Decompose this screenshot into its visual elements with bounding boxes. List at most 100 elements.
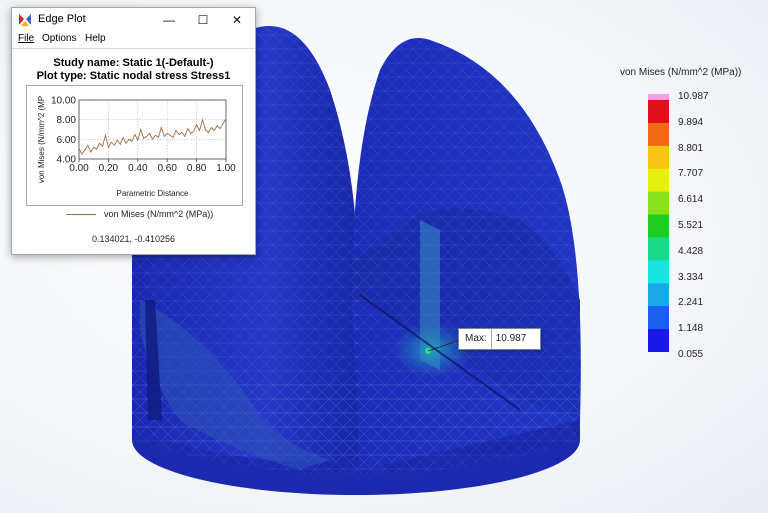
close-icon[interactable]: ✕ xyxy=(220,8,254,32)
edge-plot-window[interactable]: Edge Plot — ☐ ✕ File Options Help Study … xyxy=(11,7,256,255)
data-point xyxy=(113,144,115,146)
y-tick-label: 4.00 xyxy=(57,155,77,166)
y-axis-label: von Mises (N/mm^2 (MP xyxy=(37,96,46,183)
data-point xyxy=(96,148,98,150)
solidworks-app-icon xyxy=(18,13,32,27)
data-point xyxy=(193,131,195,132)
legend-label: 9.894 xyxy=(678,116,704,128)
y-tick-label: 8.00 xyxy=(57,115,77,126)
menu-file[interactable]: File xyxy=(18,33,34,44)
legend-label: 3.334 xyxy=(678,271,704,283)
legend-swatch xyxy=(648,100,669,124)
x-tick-label: 1.00 xyxy=(216,163,236,174)
max-value: 10.987 xyxy=(490,329,541,349)
data-point xyxy=(99,142,100,144)
data-point xyxy=(181,132,183,133)
y-tick-label: 6.00 xyxy=(57,135,77,146)
legend-swatch xyxy=(648,237,669,261)
data-point xyxy=(146,135,148,137)
cursor-coordinates: 0.134021, -0.410256 xyxy=(91,234,176,244)
legend-swatch xyxy=(648,214,669,238)
legend-label: 7.707 xyxy=(678,168,704,180)
legend-label: 6.614 xyxy=(678,194,704,206)
data-point xyxy=(128,138,130,140)
legend-top-swatch xyxy=(648,94,669,100)
series-legend: von Mises (N/mm^2 (MPa)) xyxy=(12,209,255,221)
legend-swatch xyxy=(648,306,669,330)
data-point xyxy=(116,139,118,141)
data-point xyxy=(196,124,198,125)
data-point xyxy=(175,130,177,131)
data-point xyxy=(202,119,203,121)
data-point xyxy=(105,135,106,136)
legend-swatch xyxy=(648,329,669,352)
plot-area xyxy=(78,99,227,160)
data-point xyxy=(149,133,150,134)
data-point xyxy=(152,138,153,140)
data-point xyxy=(84,149,86,151)
y-tick-label: 10.00 xyxy=(51,96,76,107)
window-title: Edge Plot xyxy=(38,13,86,25)
data-point xyxy=(157,136,159,138)
menu-divider xyxy=(12,48,255,49)
color-legend-bar xyxy=(648,94,669,352)
data-point xyxy=(210,127,212,128)
x-tick-label: 0.40 xyxy=(128,163,148,174)
minimize-icon[interactable]: — xyxy=(152,8,186,32)
data-point xyxy=(143,137,145,139)
legend-label: 0.055 xyxy=(678,349,704,360)
data-point xyxy=(216,125,218,126)
legend-label: 4.428 xyxy=(678,245,704,257)
data-point xyxy=(222,123,224,124)
legend-title: von Mises (N/mm^2 (MPa)) xyxy=(620,67,742,78)
data-point xyxy=(213,130,215,131)
data-point xyxy=(190,133,192,134)
menu-help[interactable]: Help xyxy=(85,33,106,44)
menu-options[interactable]: Options xyxy=(42,33,76,44)
data-point xyxy=(155,135,156,136)
data-point xyxy=(166,133,168,134)
data-point xyxy=(172,136,174,138)
data-point xyxy=(125,142,127,144)
legend-label: 5.521 xyxy=(678,220,704,231)
series-legend-swatch xyxy=(66,214,96,215)
legend-label: 8.801 xyxy=(678,142,704,154)
data-point xyxy=(110,141,112,143)
maximize-icon[interactable]: ☐ xyxy=(186,8,220,32)
edge-line-chart[interactable]: 0.00 0.20 0.40 0.60 0.80 1.004.006.008.0010.0… xyxy=(27,86,242,205)
x-tick-label: 0.60 xyxy=(157,163,177,174)
data-point xyxy=(184,135,186,137)
data-point xyxy=(87,144,89,146)
legend-swatch xyxy=(648,168,669,193)
legend-label: 2.241 xyxy=(678,297,704,309)
data-point xyxy=(131,140,133,142)
data-point xyxy=(93,146,95,148)
x-tick-label: 0.80 xyxy=(187,163,207,174)
data-point xyxy=(90,151,92,153)
window-titlebar[interactable]: Edge Plot — ☐ ✕ xyxy=(12,8,255,32)
series-legend-label: von Mises (N/mm^2 (MPa)) xyxy=(104,209,214,219)
data-point xyxy=(160,127,162,128)
legend-label: 1.148 xyxy=(678,323,704,335)
max-label: Max: xyxy=(465,333,487,344)
data-point xyxy=(169,135,171,136)
data-point xyxy=(140,129,142,130)
data-point xyxy=(178,134,180,135)
plot-type: Plot type: Static nodal stress Stress1 xyxy=(36,70,231,82)
legend-swatch xyxy=(648,260,669,284)
legend-swatch xyxy=(648,283,669,307)
legend-swatch xyxy=(648,145,669,170)
data-point xyxy=(137,139,139,141)
x-tick-label: 0.20 xyxy=(99,163,119,174)
x-axis-label: Parametric Distance xyxy=(116,189,189,198)
plot-frame: 0.00 0.20 0.40 0.60 0.80 1.00 4.00 6.00 8.00 10.0… xyxy=(26,85,243,206)
legend-swatch xyxy=(648,191,669,216)
data-point xyxy=(78,147,80,149)
data-point xyxy=(122,136,124,138)
legend-swatch xyxy=(648,122,669,147)
study-name: Study name: Static 1(-Default-) xyxy=(53,57,214,69)
data-point xyxy=(134,134,136,135)
max-value-callout[interactable]: Max: 10.987 xyxy=(458,328,542,350)
data-point xyxy=(219,128,221,129)
series-line xyxy=(78,118,227,155)
